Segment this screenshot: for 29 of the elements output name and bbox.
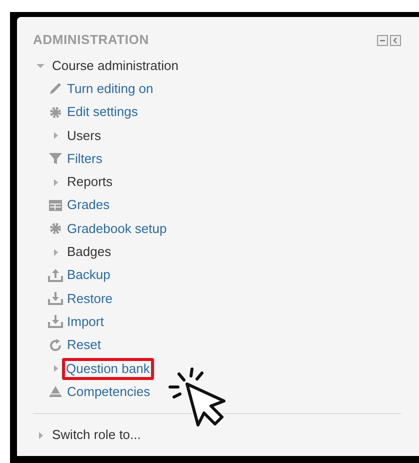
funnel-icon [48, 151, 63, 166]
download-icon [48, 291, 63, 306]
menu-link[interactable]: Gradebook setup [67, 220, 167, 237]
menu-branch[interactable]: Switch role to... [52, 427, 141, 444]
menu-link[interactable]: Turn editing on [67, 80, 154, 97]
menu-link[interactable]: Competencies [67, 384, 150, 400]
menu-branch[interactable]: Badges [67, 244, 112, 260]
menu-link[interactable]: Reset [67, 337, 101, 354]
menu-link[interactable]: Import [67, 314, 104, 330]
pyramid-icon [48, 384, 63, 400]
menu-branch[interactable]: Users [67, 128, 101, 144]
menu-branch[interactable]: Reports [67, 174, 113, 190]
gear-icon [48, 104, 63, 120]
menu-link[interactable]: Restore [67, 290, 113, 307]
minimize-icon[interactable] [377, 34, 388, 46]
dock-icon[interactable] [390, 34, 401, 46]
menu-link[interactable]: Edit settings [67, 104, 138, 120]
menu-link[interactable]: Filters [67, 150, 102, 167]
pencil-icon [48, 81, 63, 96]
menu-branch[interactable]: Question bank [62, 358, 154, 380]
reset-icon [48, 338, 63, 353]
download-icon [48, 314, 63, 330]
block-title: ADMINISTRATION [33, 31, 149, 50]
menu-branch[interactable]: Course administration [52, 58, 178, 74]
menu-link[interactable]: Grades [67, 197, 110, 214]
table-icon [48, 198, 63, 213]
upload-icon [48, 268, 63, 283]
menu-link[interactable]: Backup [67, 267, 110, 284]
gear-icon [48, 221, 63, 236]
